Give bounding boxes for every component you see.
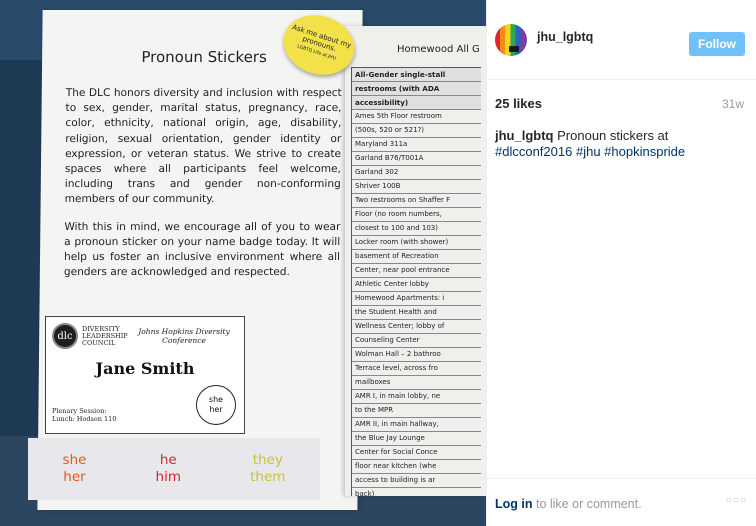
table-row: Shriver 100B — [352, 180, 481, 194]
table-row: Locker room (with shower) — [352, 236, 481, 250]
booklet-left-page: Pronoun Stickers The DLC honors diversit… — [37, 10, 363, 510]
right-page-title: Homewood All G — [397, 44, 480, 55]
paragraph-1: The DLC honors diversity and inclusion w… — [64, 87, 342, 206]
login-prompt: Log in to like or comment. — [495, 497, 642, 511]
table-row: the Blue Jay Lounge — [352, 432, 481, 446]
sticker-line-1: she — [62, 452, 87, 468]
post-footer: Log in to like or comment. ○○○ — [487, 478, 756, 526]
follow-button[interactable]: Follow — [689, 32, 745, 56]
table-row: back) — [352, 488, 481, 496]
badge-header: dlc DIVERSITY LEADERSHIP COUNCIL Johns H… — [52, 323, 238, 349]
paragraph-2: With this in mind, we encourage all of y… — [63, 220, 341, 279]
post-side-panel: jhu_lgbtq Follow 25 likes 31w jhu_lgbtq … — [486, 0, 756, 526]
badge-org-name: DIVERSITY LEADERSHIP COUNCIL — [82, 324, 128, 347]
table-row: floor near kitchen (whe — [352, 460, 481, 474]
table-row: Ames 5th Floor restroom — [352, 110, 481, 124]
table-row: to the MPR — [352, 404, 481, 418]
table-header-line: All-Gender single-stall — [352, 68, 481, 82]
post-photo[interactable]: Pronoun Stickers The DLC honors diversit… — [0, 0, 486, 526]
table-row: Athletic Center lobby — [352, 278, 481, 292]
dlc-logo-icon: dlc — [52, 323, 78, 349]
table-row: the Student Health and — [352, 306, 481, 320]
table-row: Maryland 311a — [352, 138, 481, 152]
table-row: Counseling Center — [352, 334, 481, 348]
table-row: Wolman Hall – 2 bathroo — [352, 348, 481, 362]
badge-pronoun-1: she — [208, 395, 224, 404]
name-badge: dlc DIVERSITY LEADERSHIP COUNCIL Johns H… — [45, 316, 245, 434]
restroom-table: All-Gender single-stall restrooms (with A… — [351, 67, 481, 496]
post-caption: jhu_lgbtq Pronoun stickers at #dlcconf20… — [495, 128, 745, 160]
login-prompt-text: to like or comment. — [535, 497, 642, 511]
table-row: Center for Social Conce — [352, 446, 481, 460]
hashtag-link[interactable]: #jhu — [576, 144, 601, 159]
caption-text: Pronoun stickers at — [557, 128, 669, 143]
table-row: AMR II, in main hallway, — [352, 418, 481, 432]
table-row: Garland B76/T001A — [352, 152, 481, 166]
table-row: AMR I, in main lobby, ne — [352, 390, 481, 404]
more-options-icon[interactable]: ○○○ — [726, 495, 747, 506]
hashtag-link[interactable]: #hopkinspride — [604, 144, 685, 159]
pronoun-sticker-strip: she her he him they them — [28, 438, 320, 500]
username-link[interactable]: jhu_lgbtq — [537, 30, 593, 44]
table-row: closest to 100 and 103) — [352, 222, 481, 236]
login-link[interactable]: Log in — [495, 497, 533, 511]
likes-count[interactable]: 25 likes — [495, 96, 542, 111]
badge-pronoun-2: her — [209, 405, 223, 414]
table-row: Wellness Center; lobby of — [352, 320, 481, 334]
avatar-detail — [509, 46, 519, 52]
sticker-line-2: him — [155, 469, 182, 485]
sticker-line-1: he — [159, 452, 177, 468]
badge-person-name: Jane Smith — [95, 359, 195, 378]
sticker-he-him: he him — [156, 452, 181, 486]
badge-session-line-1: Plenary Session: — [52, 407, 107, 415]
sticker-she-her: she her — [63, 452, 87, 486]
badge-conference-name: Johns Hopkins Diversity Conference — [138, 327, 230, 345]
post-age[interactable]: 31w — [722, 97, 744, 111]
table-row: Center, near pool entrance — [352, 264, 481, 278]
table-row: Floor (no room numbers, — [352, 208, 481, 222]
table-row: basement of Recreation — [352, 250, 481, 264]
table-row: Homewood Apartments: i — [352, 292, 481, 306]
badge-pronoun-circle: she her — [196, 385, 236, 425]
booklet-right-page: Homewood All G All-Gender single-stall re… — [345, 26, 486, 496]
sticker-they-them: they them — [250, 452, 285, 486]
sticker-line-2: them — [250, 469, 286, 485]
table-row: mailboxes — [352, 376, 481, 390]
sticker-line-1: they — [252, 452, 283, 468]
avatar-rainbow-icon[interactable] — [495, 24, 527, 56]
sticker-line-2: her — [63, 469, 86, 485]
table-row: Garland 302 — [352, 166, 481, 180]
post-header: jhu_lgbtq Follow — [487, 0, 756, 80]
table-header-line: restrooms (with ADA — [352, 82, 481, 96]
table-row: Two restrooms on Shaffer F — [352, 194, 481, 208]
badge-session: Plenary Session: Lunch: Hodson 110 — [52, 407, 116, 423]
caption-username[interactable]: jhu_lgbtq — [495, 128, 554, 143]
table-header-line: accessibility) — [352, 96, 481, 110]
table-row: Terrace level, across fro — [352, 362, 481, 376]
badge-session-line-2: Lunch: Hodson 110 — [52, 415, 117, 423]
table-row: access to building is ar — [352, 474, 481, 488]
hashtag-link[interactable]: #dlcconf2016 — [495, 144, 572, 159]
table-row: (500s, 520 or 521?) — [352, 124, 481, 138]
